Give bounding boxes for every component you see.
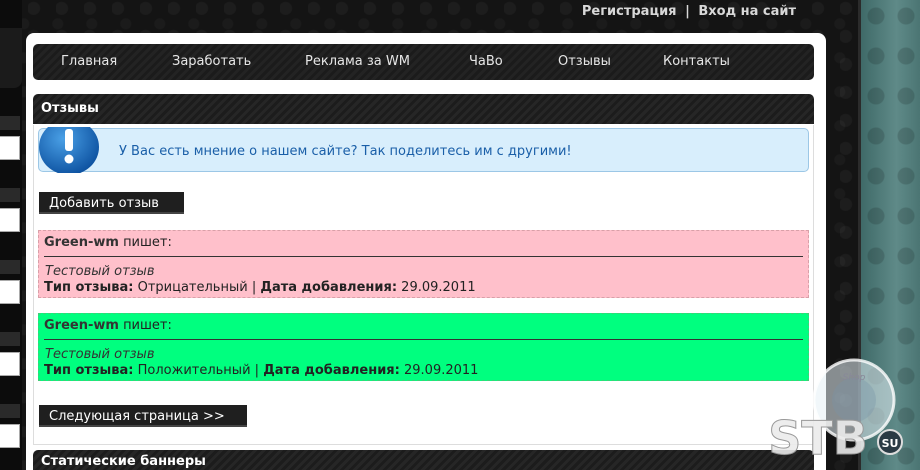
review-text: Тестовый отзыв: [45, 264, 155, 279]
site-watermark-logo: Shop STB SU: [756, 358, 906, 468]
add-review-button[interactable]: Добавить отзыв: [39, 192, 184, 214]
review-date-label: Дата добавления:: [263, 363, 400, 378]
review-item: Green-wm пишет: Тестовый отзыв Тип отзыв…: [38, 313, 809, 381]
register-link[interactable]: Регистрация: [582, 4, 677, 19]
review-text: Тестовый отзыв: [45, 347, 155, 362]
login-link[interactable]: Вход на сайт: [698, 4, 796, 19]
watermark-small-text: Shop: [843, 373, 866, 383]
left-sidebar-header: [0, 116, 20, 130]
left-sidebar-header: [0, 404, 20, 418]
watermark-suffix: SU: [882, 437, 899, 450]
next-page-button[interactable]: Следующая страница >>: [39, 405, 247, 427]
left-sidebar-field[interactable]: [0, 280, 20, 304]
auth-links-separator: |: [685, 4, 690, 19]
info-message-box: У Вас есть мнение о нашем сайте? Так под…: [38, 127, 809, 173]
review-writes: пишет:: [123, 318, 172, 333]
review-date-value: 29.09.2011: [401, 280, 476, 295]
left-sidebar-top-box: [0, 28, 22, 88]
exclamation-icon: [39, 127, 101, 173]
review-meta: Тип отзыва: Положительный | Дата добавле…: [44, 363, 478, 378]
review-type-label: Тип отзыва:: [44, 363, 134, 378]
review-author[interactable]: Green-wm: [44, 235, 119, 250]
main-navigation: Главная Заработать Реклама за WM ЧаВо От…: [33, 44, 814, 80]
review-type-label: Тип отзыва:: [44, 280, 134, 295]
nav-item-faq[interactable]: ЧаВо: [469, 54, 503, 69]
nav-item-home[interactable]: Главная: [61, 54, 117, 69]
review-meta-separator: |: [251, 280, 257, 295]
left-sidebar-field[interactable]: [0, 136, 20, 160]
banners-section-title: Статические баннеры: [33, 450, 814, 470]
left-sidebar-field[interactable]: [0, 352, 20, 376]
left-sidebar-header: [0, 260, 20, 274]
auth-links: Регистрация | Вход на сайт: [582, 4, 796, 19]
left-sidebar-field[interactable]: [0, 208, 20, 232]
review-date-value: 29.09.2011: [404, 363, 479, 378]
review-type-value: Отрицательный: [137, 280, 248, 295]
nav-item-advertising[interactable]: Реклама за WM: [305, 54, 410, 69]
watermark-text: STB: [768, 411, 868, 465]
left-sidebar-header: [0, 188, 20, 202]
review-meta-separator: |: [254, 363, 260, 378]
nav-item-reviews[interactable]: Отзывы: [558, 54, 611, 69]
review-type-value: Положительный: [137, 363, 251, 378]
review-meta: Тип отзыва: Отрицательный | Дата добавле…: [44, 280, 476, 295]
review-divider: [44, 256, 803, 257]
nav-item-contacts[interactable]: Контакты: [663, 54, 730, 69]
reviews-section-title: Отзывы: [33, 94, 814, 124]
review-item: Green-wm пишет: Тестовый отзыв Тип отзыв…: [38, 230, 809, 298]
review-divider: [44, 339, 803, 340]
review-header: Green-wm пишет:: [44, 235, 172, 250]
nav-item-earn[interactable]: Заработать: [172, 54, 251, 69]
review-date-label: Дата добавления:: [260, 280, 398, 295]
left-sidebar-header: [0, 332, 20, 346]
review-header: Green-wm пишет:: [44, 318, 172, 333]
review-author[interactable]: Green-wm: [44, 318, 119, 333]
review-writes: пишет:: [123, 235, 172, 250]
info-message-text: У Вас есть мнение о нашем сайте? Так под…: [119, 144, 572, 159]
left-sidebar-field[interactable]: [0, 424, 20, 448]
